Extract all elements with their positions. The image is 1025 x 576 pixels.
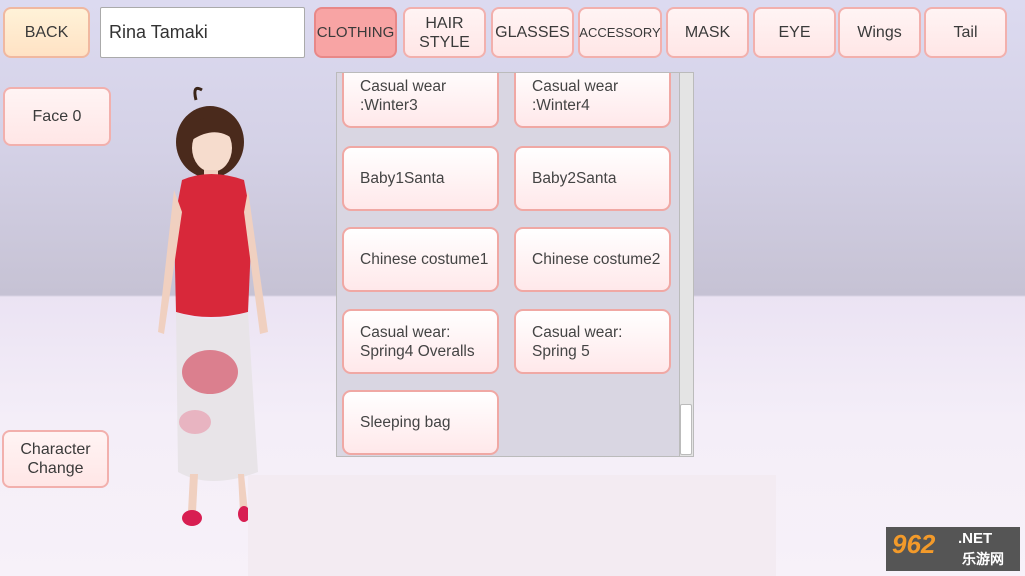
tab-clothing[interactable]: CLOTHING: [314, 7, 397, 58]
item-baby1santa[interactable]: Baby1Santa: [342, 146, 499, 211]
tab-accessory[interactable]: ACCESSORY: [578, 7, 662, 58]
watermark-logo: 962 .NET 乐游网: [886, 527, 1020, 571]
item-baby2santa[interactable]: Baby2Santa: [514, 146, 671, 211]
character-model[interactable]: [140, 82, 290, 542]
back-button[interactable]: BACK: [3, 7, 90, 58]
character-change-button[interactable]: Character Change: [2, 430, 109, 488]
tab-mask[interactable]: MASK: [666, 7, 749, 58]
tab-tail[interactable]: Tail: [924, 7, 1007, 58]
item-casual-wear-spring5[interactable]: Casual wear: Spring 5: [514, 309, 671, 374]
watermark-sub: 乐游网: [962, 552, 1004, 568]
item-chinese-costume2[interactable]: Chinese costume2: [514, 227, 671, 292]
tab-hair-style[interactable]: HAIR STYLE: [403, 7, 486, 58]
tab-wings[interactable]: Wings: [838, 7, 921, 58]
scrollbar-thumb[interactable]: [680, 404, 692, 455]
item-casual-wear-spring4-overalls[interactable]: Casual wear: Spring4 Overalls: [342, 309, 499, 374]
watermark-number: 962: [892, 529, 936, 559]
item-casual-wear-winter4[interactable]: Casual wear :Winter4: [514, 73, 671, 128]
face-button[interactable]: Face 0: [3, 87, 111, 146]
floor-panel: [248, 475, 776, 576]
item-casual-wear-winter3[interactable]: Casual wear :Winter3: [342, 73, 499, 128]
tab-glasses[interactable]: GLASSES: [491, 7, 574, 58]
clothing-list-panel[interactable]: Casual wear :Winter3 Casual wear :Winter…: [336, 72, 694, 457]
tab-eye[interactable]: EYE: [753, 7, 836, 58]
character-name-input[interactable]: Rina Tamaki: [100, 7, 305, 58]
item-sleeping-bag[interactable]: Sleeping bag: [342, 390, 499, 455]
scrollbar[interactable]: [679, 73, 693, 456]
item-chinese-costume1[interactable]: Chinese costume1: [342, 227, 499, 292]
watermark-net: .NET: [958, 530, 993, 547]
